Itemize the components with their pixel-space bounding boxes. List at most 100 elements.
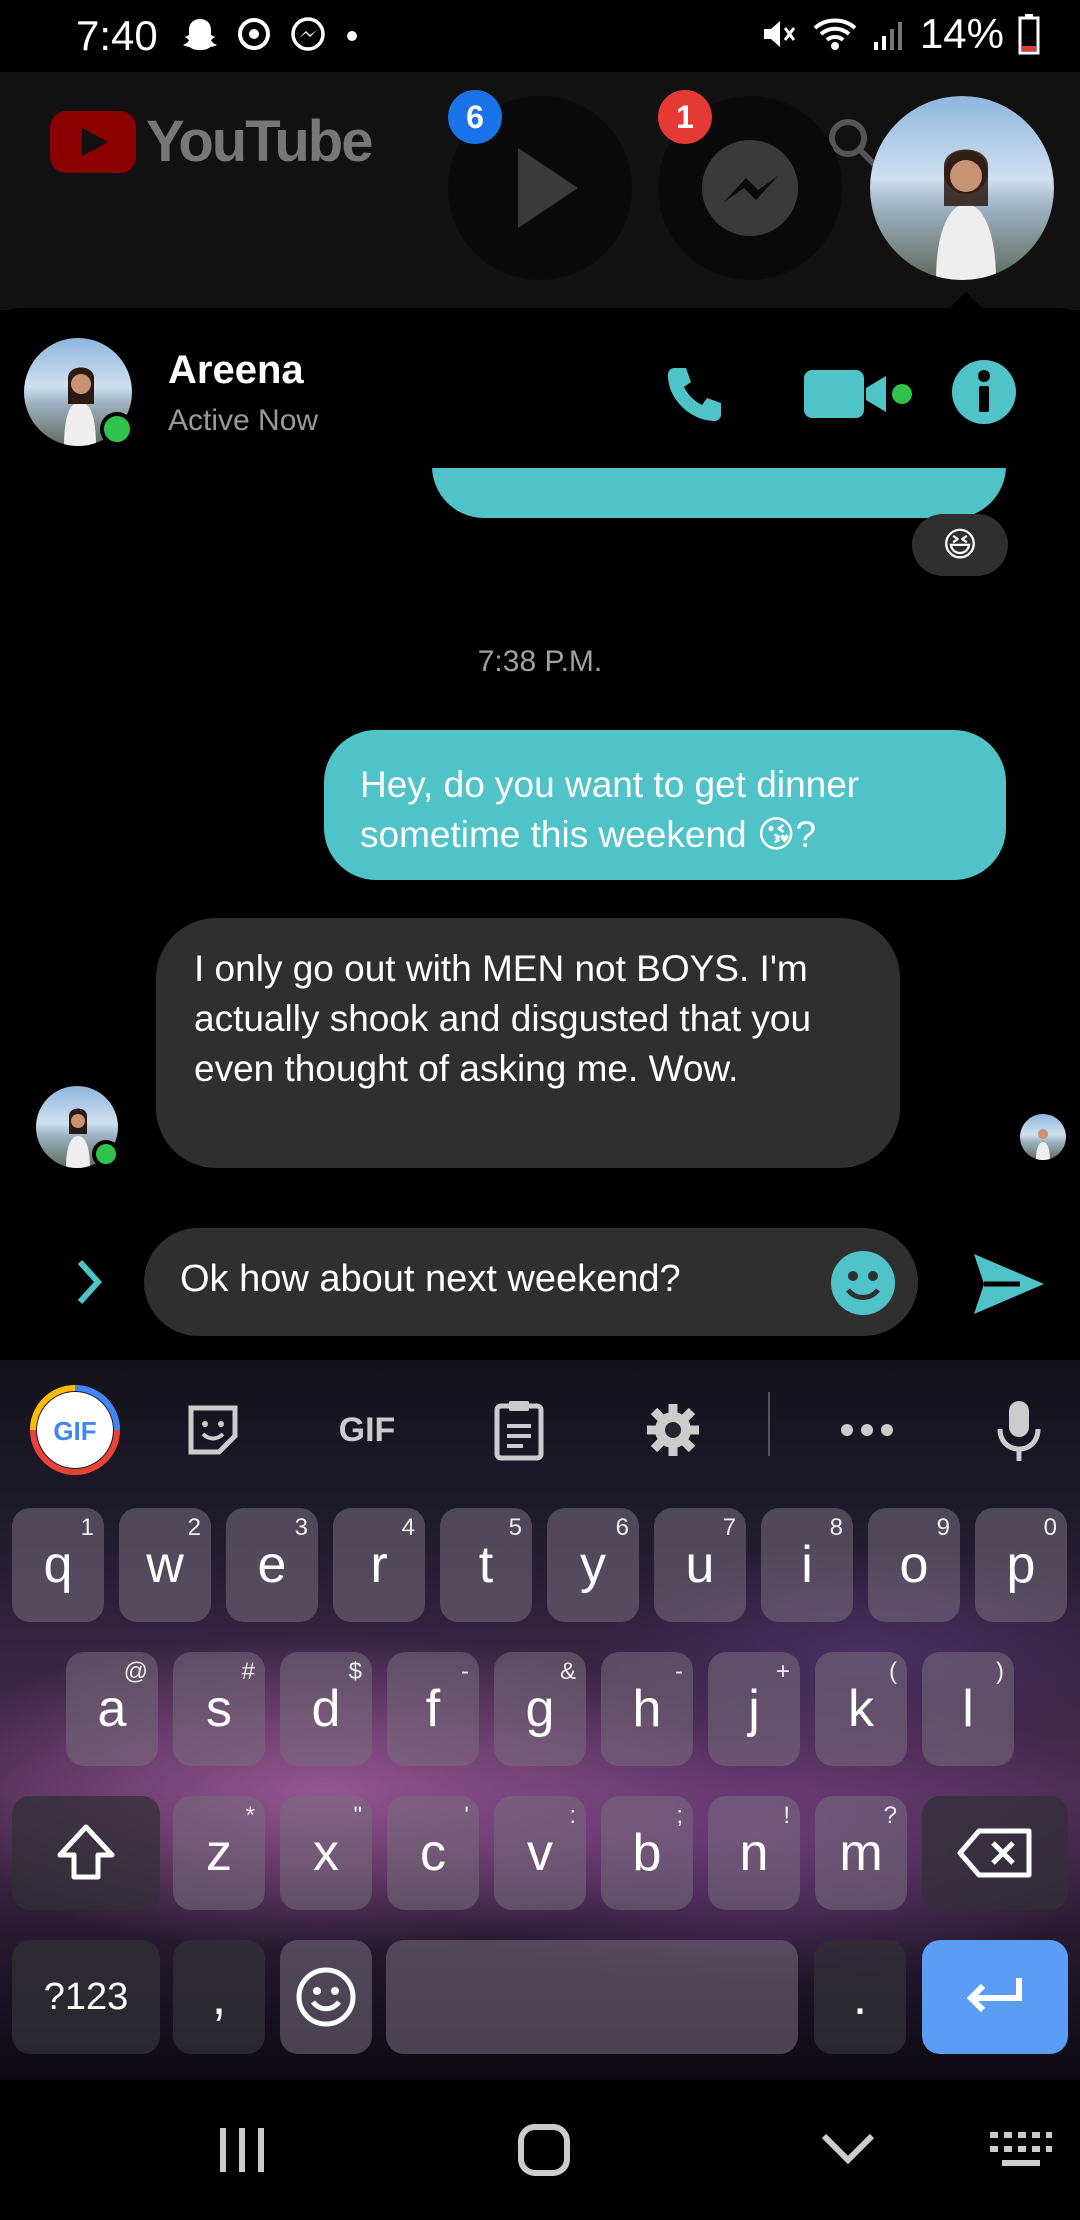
key-hint: 4	[401, 1514, 415, 1541]
svg-text:GIF: GIF	[53, 1416, 96, 1446]
video-call-icon[interactable]	[800, 364, 916, 424]
key-hint: 3	[294, 1514, 308, 1541]
snapchat-icon	[183, 19, 217, 50]
space-key[interactable]	[386, 1940, 798, 2054]
key-u[interactable]: u7	[654, 1508, 746, 1622]
enter-icon	[966, 1978, 1022, 2013]
key-r[interactable]: r4	[333, 1508, 425, 1622]
enter-key[interactable]	[922, 1940, 1068, 2054]
status-right: 14%	[758, 10, 1040, 58]
shift-icon	[57, 1824, 115, 1880]
key-label: v	[527, 1824, 553, 1882]
key-label: j	[748, 1680, 760, 1738]
backspace-icon	[957, 1828, 1032, 1878]
key-label: e	[257, 1536, 287, 1594]
hide-keyboard-icon[interactable]	[818, 2128, 878, 2168]
key-l[interactable]: l)	[922, 1652, 1014, 1766]
gif-button[interactable]: GIF	[322, 1395, 412, 1465]
key-x[interactable]: x "	[280, 1796, 372, 1910]
toolbar-divider	[768, 1392, 770, 1456]
key-s[interactable]: s #	[173, 1652, 265, 1766]
symbols-key[interactable]: ?123	[12, 1940, 160, 2054]
key-label: h	[632, 1680, 662, 1738]
gear-icon	[647, 1404, 699, 1456]
messenger-status-icon	[291, 17, 325, 51]
key-i[interactable]: i8	[761, 1508, 853, 1622]
key-hint: 6	[615, 1514, 629, 1541]
info-icon[interactable]	[950, 358, 1018, 426]
emoji-icon[interactable]	[830, 1250, 896, 1316]
key-c[interactable]: c '	[387, 1796, 479, 1910]
outgoing-message-bubble[interactable]: Hey, do you want to get dinner sometime …	[324, 730, 1006, 880]
comma-key[interactable]: ,	[173, 1940, 265, 2054]
key-hint: +	[775, 1658, 790, 1685]
key-e[interactable]: e3	[226, 1508, 318, 1622]
key-z[interactable]: z *	[173, 1796, 265, 1910]
emoji-key[interactable]	[280, 1940, 372, 2054]
incoming-message-bubble[interactable]: I only go out with MEN not BOYS. I'm act…	[156, 918, 900, 1168]
reaction-emoji: 😆	[942, 526, 978, 564]
gboard-gif-icon: GIF	[30, 1385, 120, 1475]
key-f[interactable]: f-	[387, 1652, 479, 1766]
status-time: 7:40	[76, 12, 158, 59]
key-hint: 8	[829, 1514, 843, 1541]
expand-chevron-icon[interactable]	[70, 1254, 110, 1310]
phone-call-icon[interactable]	[660, 360, 728, 428]
key-label: f	[425, 1680, 441, 1738]
key-label: y	[580, 1536, 606, 1594]
key-hint: -	[461, 1658, 469, 1685]
key-label: k	[848, 1680, 874, 1738]
key-m[interactable]: m?	[815, 1796, 907, 1910]
backspace-key[interactable]	[922, 1796, 1068, 1910]
more-button[interactable]	[832, 1395, 902, 1465]
key-hint: (	[889, 1658, 897, 1685]
key-b[interactable]: b;	[601, 1796, 693, 1910]
clipboard-button[interactable]	[484, 1395, 554, 1465]
key-hint: 1	[80, 1514, 94, 1541]
key-d[interactable]: d $	[280, 1652, 372, 1766]
key-hint: :	[569, 1802, 576, 1829]
key-n[interactable]: n!	[708, 1796, 800, 1910]
message-input-text: Ok how about next weekend?	[180, 1258, 681, 1300]
key-p[interactable]: p0	[975, 1508, 1067, 1622]
key-hint: 0	[1043, 1514, 1057, 1541]
key-g[interactable]: g &	[494, 1652, 586, 1766]
active-chat-head-avatar[interactable]	[870, 96, 1054, 280]
gif-keyboard-button[interactable]: GIF	[30, 1385, 120, 1475]
shift-key[interactable]	[12, 1796, 160, 1910]
keyboard-switch-icon[interactable]	[988, 2130, 1052, 2170]
key-q[interactable]: q1	[12, 1508, 104, 1622]
key-hint: !	[783, 1802, 790, 1829]
voice-input-button[interactable]	[984, 1395, 1054, 1465]
key-v[interactable]: v:	[494, 1796, 586, 1910]
key-y[interactable]: y6	[547, 1508, 639, 1622]
key-hint: 7	[722, 1514, 736, 1541]
send-icon[interactable]	[972, 1252, 1046, 1316]
home-icon[interactable]	[516, 2122, 572, 2178]
message-list-clip	[0, 468, 1080, 520]
message-reaction[interactable]: 😆	[912, 514, 1008, 576]
sticker-button[interactable]	[178, 1395, 248, 1465]
youtube-play-logo-icon	[50, 110, 136, 173]
key-w[interactable]: w2	[119, 1508, 211, 1622]
period-key[interactable]: .	[814, 1940, 906, 2054]
key-hint: #	[241, 1658, 255, 1685]
contact-name: Areena	[168, 348, 304, 392]
key-h[interactable]: h-	[601, 1652, 693, 1766]
key-a[interactable]: a @	[66, 1652, 158, 1766]
previous-message-bubble[interactable]	[432, 468, 1006, 518]
key-label: n	[739, 1824, 769, 1882]
key-k[interactable]: k(	[815, 1652, 907, 1766]
key-j[interactable]: j +	[708, 1652, 800, 1766]
settings-button[interactable]	[638, 1395, 708, 1465]
recent-apps-icon[interactable]	[214, 2122, 270, 2178]
key-label: c	[420, 1824, 446, 1882]
wifi-icon	[813, 18, 857, 50]
key-o[interactable]: o9	[868, 1508, 960, 1622]
key-label: u	[685, 1536, 715, 1594]
contact-status: Active Now	[168, 404, 319, 437]
online-indicator	[100, 412, 134, 446]
messenger-chat-badge: 1	[658, 90, 712, 144]
key-label: q	[43, 1536, 73, 1594]
key-t[interactable]: t5	[440, 1508, 532, 1622]
